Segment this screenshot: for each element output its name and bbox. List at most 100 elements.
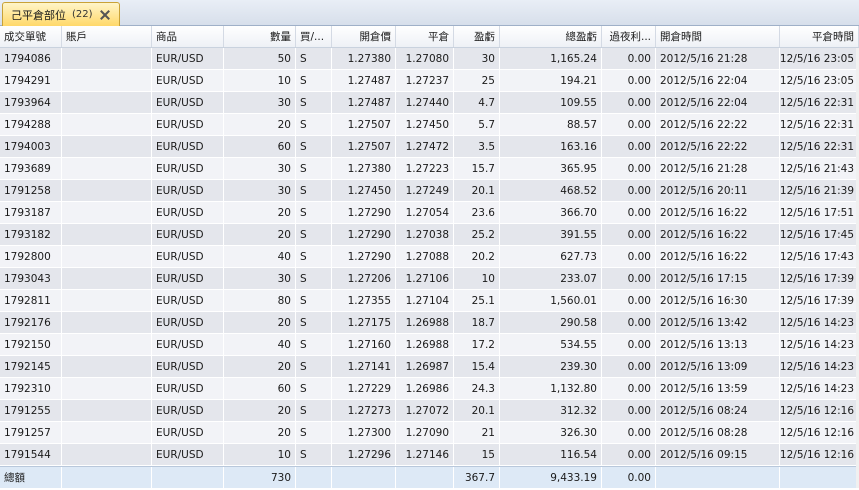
table-row[interactable]: 1792176 EUR/USD 20 S 1.27175 1.26988 18.7 290.5… <box>0 312 859 334</box>
column-header-account[interactable]: 賬戶 <box>62 26 152 47</box>
open-time-cell: 2012/5/16 16:22 <box>656 224 780 245</box>
table-row[interactable]: 1792145 EUR/USD 20 S 1.27141 1.26987 15.4 239.3… <box>0 356 859 378</box>
table-row[interactable]: 1793964 EUR/USD 30 S 1.27487 1.27440 4.7 109.55… <box>0 92 859 114</box>
close-price-cell: 1.27106 <box>396 268 454 289</box>
column-header-close-price[interactable]: 平倉 <box>396 26 454 47</box>
close-time-cell: 2012/5/16 12:16 <box>780 400 859 421</box>
account-cell <box>62 378 152 399</box>
close-time-cell: 2012/5/16 14:23 <box>780 378 859 399</box>
column-header-quantity[interactable]: 數量 <box>224 26 296 47</box>
symbol-cell: EUR/USD <box>152 444 224 465</box>
close-price-cell: 1.27054 <box>396 202 454 223</box>
close-time-cell: 2012/5/16 21:43 <box>780 158 859 179</box>
symbol-cell: EUR/USD <box>152 312 224 333</box>
close-price-cell: 1.27249 <box>396 180 454 201</box>
close-price-cell: 1.27080 <box>396 48 454 69</box>
table-row[interactable]: 1791255 EUR/USD 20 S 1.27273 1.27072 20.1 312.3… <box>0 400 859 422</box>
totals-total-pnl-cell: 9,433.19 <box>500 467 602 488</box>
column-header-close-time[interactable]: 平倉時間 <box>780 26 859 47</box>
totals-close-price-cell <box>396 467 454 488</box>
table-row[interactable]: 1794086 EUR/USD 50 S 1.27380 1.27080 30 1,165.2… <box>0 48 859 70</box>
close-price-cell: 1.26988 <box>396 334 454 355</box>
table-row[interactable]: 1792811 EUR/USD 80 S 1.27355 1.27104 25.1 1,560… <box>0 290 859 312</box>
totals-row: 總額 730 367.7 9,433.19 0.00 <box>0 466 859 488</box>
close-price-cell: 1.27223 <box>396 158 454 179</box>
symbol-cell: EUR/USD <box>152 378 224 399</box>
table-row[interactable]: 1793689 EUR/USD 30 S 1.27380 1.27223 15.7 365.9… <box>0 158 859 180</box>
account-cell <box>62 92 152 113</box>
quantity-cell: 60 <box>224 136 296 157</box>
open-price-cell: 1.27355 <box>332 290 396 311</box>
account-cell <box>62 444 152 465</box>
column-header-symbol[interactable]: 商品 <box>152 26 224 47</box>
close-time-cell: 2012/5/16 21:39 <box>780 180 859 201</box>
symbol-cell: EUR/USD <box>152 290 224 311</box>
symbol-cell: EUR/USD <box>152 268 224 289</box>
account-cell <box>62 224 152 245</box>
rollover-cell: 0.00 <box>602 444 656 465</box>
pnl-pips-cell: 17.2 <box>454 334 500 355</box>
close-price-cell: 1.27072 <box>396 400 454 421</box>
column-header-open-price[interactable]: 開倉價 <box>332 26 396 47</box>
trade-id-cell: 1793964 <box>0 92 62 113</box>
open-price-cell: 1.27300 <box>332 422 396 443</box>
column-header-pnl-pips[interactable]: 盈虧 <box>454 26 500 47</box>
table-row[interactable]: 1792310 EUR/USD 60 S 1.27229 1.26986 24.3 1,132… <box>0 378 859 400</box>
trade-id-cell: 1791258 <box>0 180 62 201</box>
column-header-open-time[interactable]: 開倉時間 <box>656 26 780 47</box>
table-row[interactable]: 1794291 EUR/USD 10 S 1.27487 1.27237 25 194.21 0… <box>0 70 859 92</box>
total-pnl-cell: 326.30 <box>500 422 602 443</box>
symbol-cell: EUR/USD <box>152 180 224 201</box>
table-row[interactable]: 1792150 EUR/USD 40 S 1.27160 1.26988 17.2 534.5… <box>0 334 859 356</box>
total-pnl-cell: 1,132.80 <box>500 378 602 399</box>
close-icon[interactable] <box>99 9 111 21</box>
pnl-pips-cell: 4.7 <box>454 92 500 113</box>
quantity-cell: 20 <box>224 224 296 245</box>
table-row[interactable]: 1794288 EUR/USD 20 S 1.27507 1.27450 5.7 88.57 0… <box>0 114 859 136</box>
close-time-cell: 2012/5/16 23:05 <box>780 48 859 69</box>
column-header-total-pnl[interactable]: 總盈虧 <box>500 26 602 47</box>
table-row[interactable]: 1794003 EUR/USD 60 S 1.27507 1.27472 3.5 163.16… <box>0 136 859 158</box>
account-cell <box>62 334 152 355</box>
totals-side-cell <box>296 467 332 488</box>
close-time-cell: 2012/5/16 22:31 <box>780 92 859 113</box>
quantity-cell: 30 <box>224 180 296 201</box>
column-header-trade-id[interactable]: 成交單號 <box>0 26 62 47</box>
column-header-rollover[interactable]: 過夜利... <box>602 26 656 47</box>
symbol-cell: EUR/USD <box>152 246 224 267</box>
open-time-cell: 2012/5/16 22:04 <box>656 70 780 91</box>
symbol-cell: EUR/USD <box>152 356 224 377</box>
totals-open-time-cell <box>656 467 780 488</box>
table-row[interactable]: 1791257 EUR/USD 20 S 1.27300 1.27090 21 326.30 0… <box>0 422 859 444</box>
trade-id-cell: 1791544 <box>0 444 62 465</box>
rollover-cell: 0.00 <box>602 312 656 333</box>
pnl-pips-cell: 15 <box>454 444 500 465</box>
table-row[interactable]: 1793043 EUR/USD 30 S 1.27206 1.27106 10 233.07 0… <box>0 268 859 290</box>
close-time-cell: 2012/5/16 14:23 <box>780 312 859 333</box>
column-header-side[interactable]: 買/... <box>296 26 332 47</box>
side-cell: S <box>296 224 332 245</box>
trade-id-cell: 1792150 <box>0 334 62 355</box>
table-row[interactable]: 1793182 EUR/USD 20 S 1.27290 1.27038 25.2 391.5… <box>0 224 859 246</box>
rollover-cell: 0.00 <box>602 400 656 421</box>
account-cell <box>62 422 152 443</box>
pnl-pips-cell: 30 <box>454 48 500 69</box>
account-cell <box>62 268 152 289</box>
total-pnl-cell: 391.55 <box>500 224 602 245</box>
total-pnl-cell: 88.57 <box>500 114 602 135</box>
table-row[interactable]: 1793187 EUR/USD 20 S 1.27290 1.27054 23.6 366.7… <box>0 202 859 224</box>
open-time-cell: 2012/5/16 22:04 <box>656 92 780 113</box>
open-time-cell: 2012/5/16 16:22 <box>656 246 780 267</box>
symbol-cell: EUR/USD <box>152 422 224 443</box>
table-row[interactable]: 1791544 EUR/USD 10 S 1.27296 1.27146 15 116.54 0… <box>0 444 859 466</box>
rollover-cell: 0.00 <box>602 268 656 289</box>
close-price-cell: 1.27237 <box>396 70 454 91</box>
table-row[interactable]: 1792800 EUR/USD 40 S 1.27290 1.27088 20.2 627.7… <box>0 246 859 268</box>
open-price-cell: 1.27175 <box>332 312 396 333</box>
quantity-cell: 30 <box>224 92 296 113</box>
tab-closed-positions[interactable]: 己平倉部位 (22) <box>2 2 120 26</box>
account-cell <box>62 400 152 421</box>
side-cell: S <box>296 92 332 113</box>
table-row[interactable]: 1791258 EUR/USD 30 S 1.27450 1.27249 20.1 468.5… <box>0 180 859 202</box>
account-cell <box>62 114 152 135</box>
